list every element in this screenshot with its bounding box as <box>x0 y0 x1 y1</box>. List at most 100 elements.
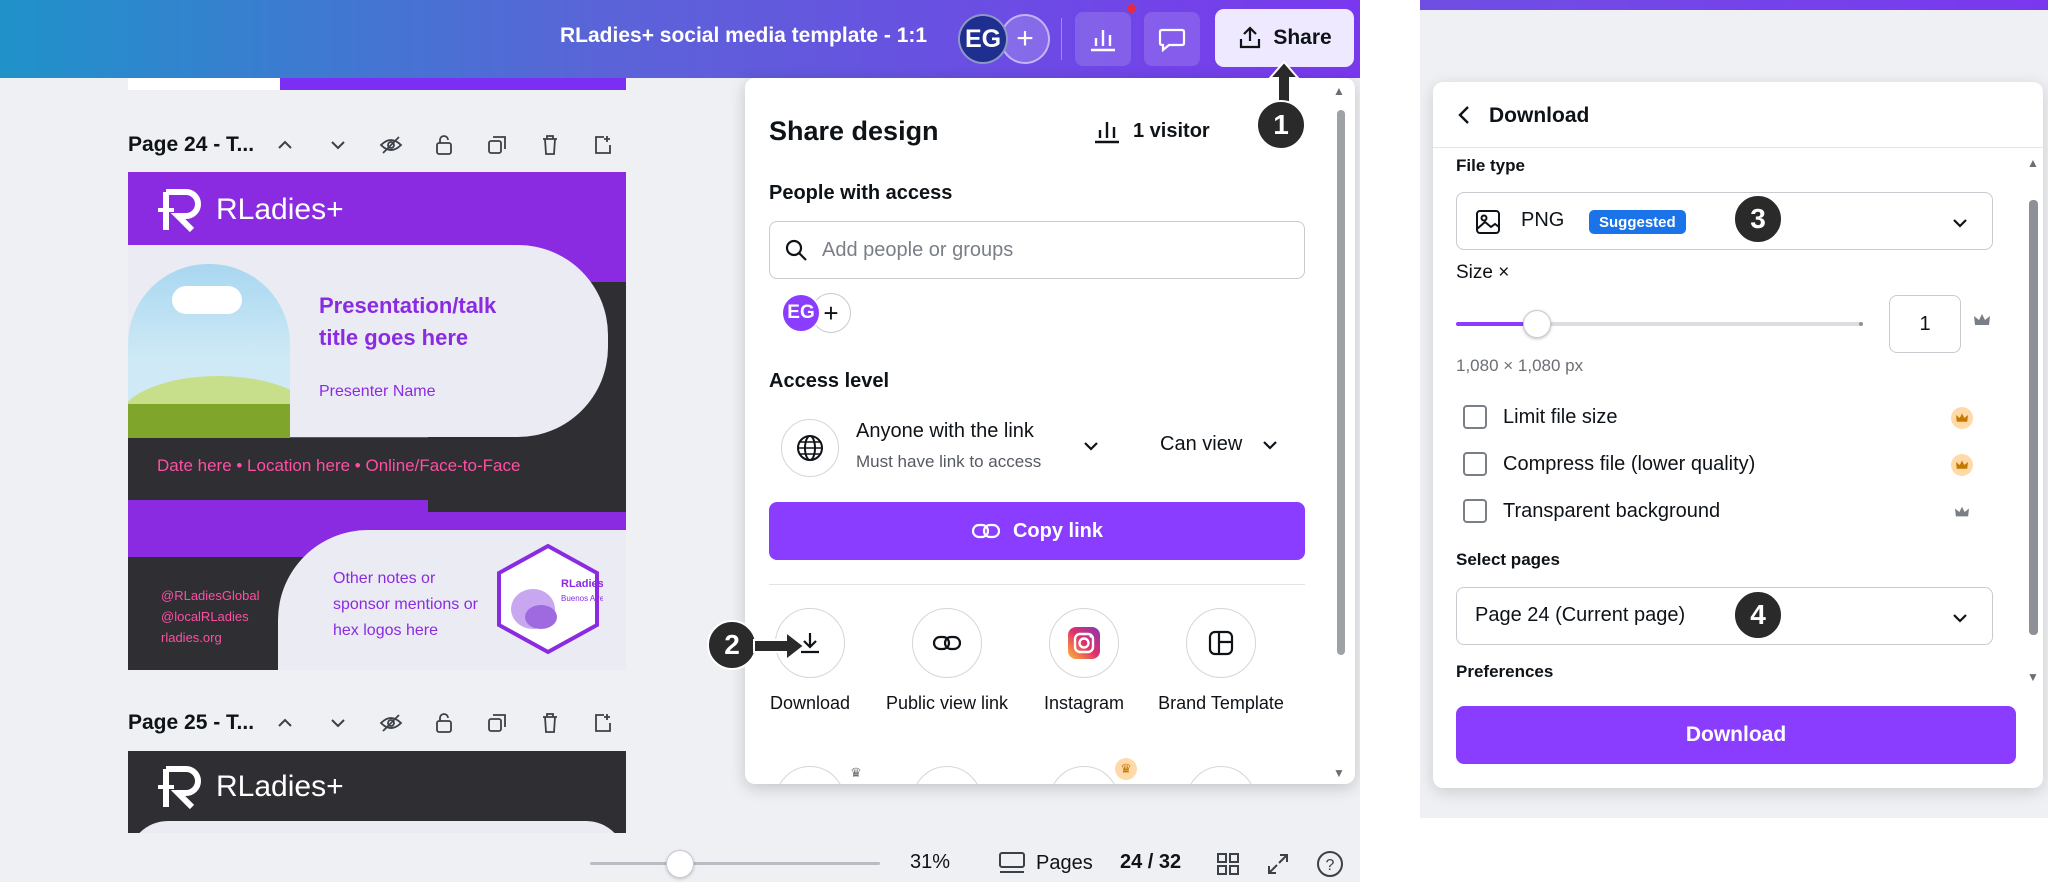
page-24-header: Page 24 - T... <box>128 127 629 163</box>
landscape-illustration <box>128 264 290 438</box>
comment-icon <box>1158 28 1186 52</box>
add-page-icon[interactable] <box>576 127 629 163</box>
talk-title: Presentation/talk title goes here <box>319 293 497 350</box>
share-panel-title: Share design <box>769 116 939 146</box>
hex-sticker-logo: RLadies+ Buenos Aires <box>497 543 603 655</box>
share-option[interactable] <box>912 766 982 784</box>
permission-dropdown[interactable]: Can view <box>1160 433 1280 456</box>
rladies-logo: RLadies+ <box>158 188 344 232</box>
download-screenshot: Download File type PNG Suggested Size × … <box>1420 0 2048 818</box>
rladies-r-icon <box>158 189 201 232</box>
download-panel: Download File type PNG Suggested Size × … <box>1433 82 2043 788</box>
crown-icon: ♛ <box>850 765 862 780</box>
zoom-slider-handle[interactable] <box>666 850 694 878</box>
add-page-icon[interactable] <box>576 705 629 741</box>
previous-page-strip <box>128 78 626 90</box>
document-title[interactable]: RLadies+ social media template - 1:1 <box>560 24 940 48</box>
people-with-access-label: People with access <box>769 182 953 204</box>
share-option[interactable] <box>1186 766 1256 784</box>
file-type-dropdown[interactable]: PNG Suggested <box>1456 192 1993 250</box>
pages-button[interactable]: Pages <box>998 847 1093 879</box>
back-chevron-icon[interactable] <box>1455 104 1475 131</box>
grid-view-icon[interactable] <box>1212 848 1244 880</box>
share-button[interactable]: Share <box>1215 9 1354 67</box>
search-icon <box>785 239 807 261</box>
link-access-hint: Must have link to access <box>856 452 1042 471</box>
chevron-down-icon <box>1263 440 1278 450</box>
share-option[interactable] <box>1049 766 1119 784</box>
premium-crown-icon <box>1951 454 1973 476</box>
move-down-icon[interactable] <box>311 705 364 741</box>
crown-icon <box>1973 312 1991 333</box>
move-down-icon[interactable] <box>311 127 364 163</box>
scroll-down-arrow[interactable]: ▼ <box>1333 766 1345 780</box>
duplicate-icon[interactable] <box>470 127 523 163</box>
editor-area: Page 24 - T... RLadies+ Presentation/tal… <box>0 0 1360 882</box>
scroll-down-arrow[interactable]: ▼ <box>2027 670 2039 684</box>
size-label: Size × <box>1456 262 1510 283</box>
page-25-canvas[interactable]: RLadies+ <box>128 751 626 833</box>
step-2-arrow-icon <box>753 630 806 662</box>
share-upload-icon <box>1240 26 1261 49</box>
move-up-icon[interactable] <box>258 127 311 163</box>
brand-template-option[interactable]: Brand Template <box>1156 608 1286 714</box>
output-dimensions: 1,080 × 1,080 px <box>1456 356 1584 375</box>
instagram-icon <box>1049 608 1119 678</box>
add-people-field[interactable] <box>769 221 1305 279</box>
select-pages-dropdown[interactable]: Page 24 (Current page) <box>1456 587 1993 645</box>
copy-link-button[interactable]: Copy link <box>769 502 1305 560</box>
download-panel-scrollbar[interactable] <box>2029 200 2038 635</box>
chevron-down-icon[interactable] <box>1081 436 1101 461</box>
select-pages-label: Select pages <box>1456 550 1560 569</box>
help-icon[interactable]: ? <box>1314 848 1346 880</box>
visitors-button[interactable]: 1 visitor <box>1093 118 1210 144</box>
link-access-dropdown[interactable]: Anyone with the link <box>856 420 1034 443</box>
hide-eye-icon[interactable] <box>364 705 417 741</box>
move-up-icon[interactable] <box>258 705 311 741</box>
lock-icon[interactable] <box>417 127 470 163</box>
fullscreen-icon[interactable] <box>1262 848 1294 880</box>
svg-text:?: ? <box>1326 857 1335 874</box>
zoom-slider-track[interactable] <box>590 862 880 865</box>
user-avatar[interactable]: EG <box>958 14 1008 64</box>
trash-icon[interactable] <box>523 705 576 741</box>
lock-icon[interactable] <box>417 705 470 741</box>
access-level-label: Access level <box>769 370 890 392</box>
social-handles: @RLadiesGlobal @localRLadies rladies.org <box>161 588 260 645</box>
download-button[interactable]: Download <box>1456 706 2016 764</box>
transparent-background-checkbox[interactable]: Transparent background <box>1463 499 1720 523</box>
trash-icon[interactable] <box>523 127 576 163</box>
comments-button[interactable] <box>1144 12 1200 66</box>
step-1-arrow-icon <box>1267 60 1301 105</box>
page-25-label[interactable]: Page 25 - T... <box>128 711 258 735</box>
hide-eye-icon[interactable] <box>364 127 417 163</box>
add-people-input[interactable] <box>822 238 1282 262</box>
bar-chart-icon <box>1095 122 1119 144</box>
step-marker-4: 4 <box>1733 590 1783 640</box>
file-type-label: File type <box>1456 156 1525 175</box>
insights-button[interactable] <box>1075 12 1131 66</box>
compress-file-checkbox[interactable]: Compress file (lower quality) <box>1463 452 1755 476</box>
page-24-label[interactable]: Page 24 - T... <box>128 133 258 157</box>
suggested-badge: Suggested <box>1589 210 1686 234</box>
zoom-level[interactable]: 31% <box>910 851 950 874</box>
sponsor-notes: Other notes or sponsor mentions or hex l… <box>333 570 478 639</box>
page-24-canvas[interactable]: RLadies+ Presentation/talk title goes he… <box>128 172 626 670</box>
duplicate-icon[interactable] <box>470 705 523 741</box>
public-view-link-option[interactable]: Public view link <box>882 608 1012 714</box>
svg-text:Buenos Aires: Buenos Aires <box>561 594 603 603</box>
collaborator-avatar[interactable]: EG <box>781 293 821 333</box>
event-details: Date here • Location here • Online/Face-… <box>157 456 521 475</box>
share-panel-scrollbar[interactable] <box>1337 110 1345 655</box>
scroll-up-arrow[interactable]: ▲ <box>2027 156 2039 170</box>
scroll-up-arrow[interactable]: ▲ <box>1333 84 1345 98</box>
size-slider-handle[interactable] <box>1523 310 1551 338</box>
link-icon <box>971 523 1001 539</box>
globe-icon <box>781 419 839 477</box>
presenter-name: Presenter Name <box>319 383 436 400</box>
share-option[interactable] <box>775 766 845 784</box>
instagram-option[interactable]: Instagram <box>1019 608 1149 714</box>
bar-chart-icon <box>1091 30 1115 52</box>
size-multiplier-input[interactable] <box>1889 295 1961 353</box>
limit-file-size-checkbox[interactable]: Limit file size <box>1463 405 1617 429</box>
